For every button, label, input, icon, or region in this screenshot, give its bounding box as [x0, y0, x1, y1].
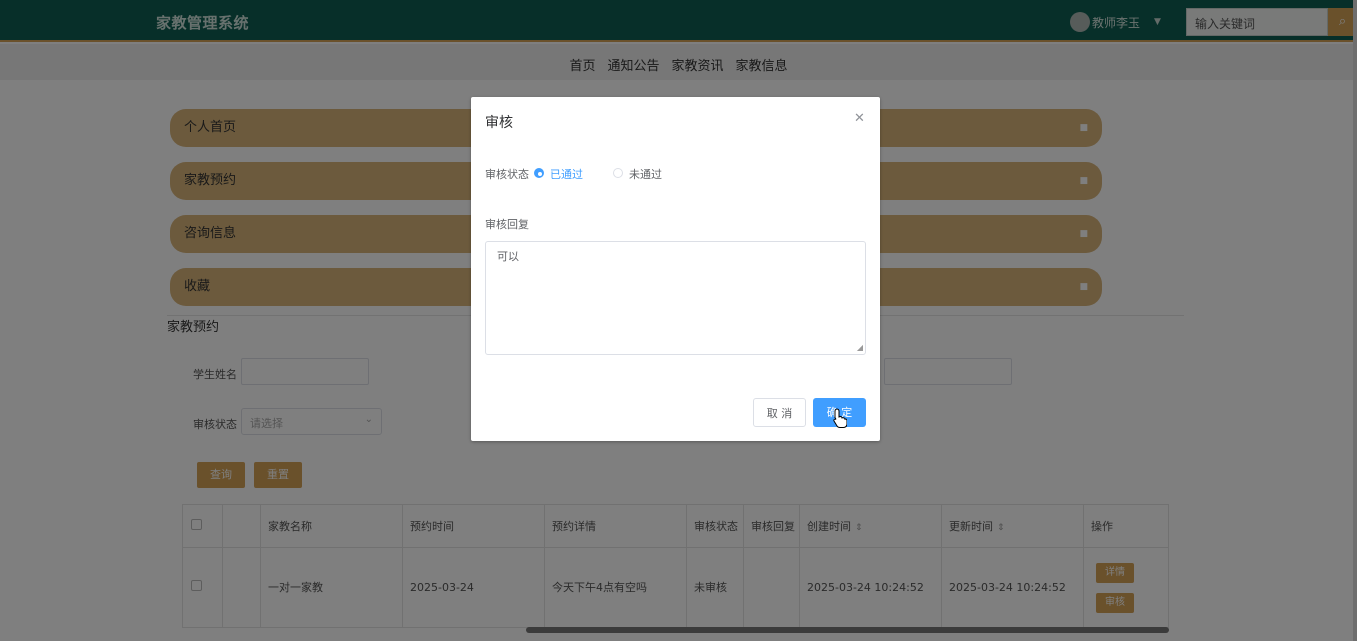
textarea-value: 可以: [497, 250, 519, 263]
audit-reply-textarea[interactable]: 可以 ◢: [485, 241, 866, 355]
audit-reply-label: 审核回复: [485, 218, 529, 231]
resize-handle-icon[interactable]: ◢: [857, 344, 863, 352]
close-icon[interactable]: ✕: [854, 111, 865, 126]
audit-status-label: 审核状态: [485, 168, 529, 181]
dialog-title: 审核: [485, 115, 513, 131]
radio-failed-label[interactable]: 未通过: [629, 166, 662, 182]
hand-cursor-icon: [833, 408, 847, 428]
radio-failed[interactable]: [613, 168, 623, 178]
radio-passed[interactable]: [534, 168, 544, 178]
cancel-button[interactable]: 取 消: [753, 398, 806, 427]
radio-passed-label[interactable]: 已通过: [550, 166, 583, 182]
audit-dialog: 审核 ✕ 审核状态 已通过 未通过 审核回复 可以 ◢ 取 消 确 定: [471, 97, 880, 441]
